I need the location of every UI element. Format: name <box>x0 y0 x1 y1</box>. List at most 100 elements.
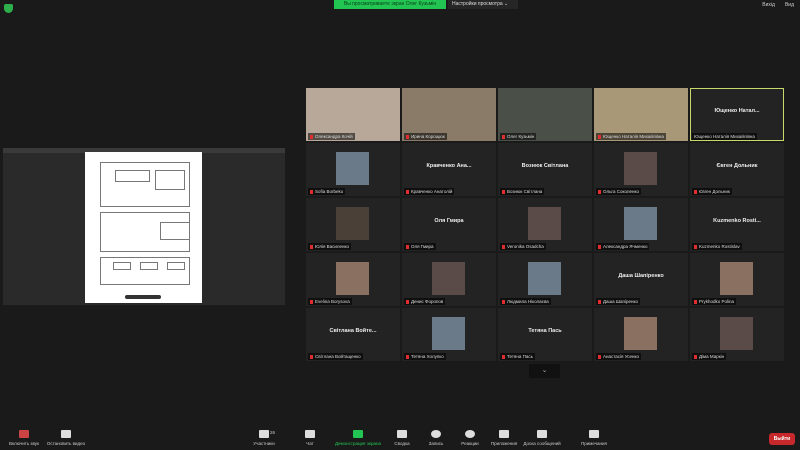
participant-tile[interactable]: Тетяна Холупко <box>402 308 496 361</box>
participant-tile[interactable]: Оля Гмира Оля Гмира <box>402 198 496 251</box>
participant-name: Даша Шапіренко <box>603 299 638 304</box>
participant-tile[interactable]: Денис Форопов <box>402 253 496 306</box>
participant-tile[interactable]: Veronika Osadcha <box>498 198 592 251</box>
participant-tile[interactable]: Ирина Корощюк <box>402 88 496 141</box>
participant-name: Тетяна Пась <box>507 354 533 359</box>
participant-name-label: Оля Гмира <box>404 243 436 250</box>
leave-button[interactable]: Выйти <box>769 433 795 445</box>
video-camera-icon <box>61 430 71 438</box>
participant-tile[interactable]: Александра Ячменко <box>594 198 688 251</box>
participant-name: Sofia Borbeko <box>315 189 344 194</box>
participant-name: Євген Дольник <box>699 189 730 194</box>
muted-mic-icon <box>310 354 313 359</box>
participants-button[interactable]: Участники <box>240 430 288 446</box>
participant-name-label: Ирина Корощюк <box>404 133 447 140</box>
participant-name-label: Ющенко Наталія Михайлівна <box>596 133 666 140</box>
participant-name: Денис Форопов <box>411 299 444 304</box>
whiteboard-button[interactable]: Доска сообщений <box>518 430 566 446</box>
participant-tile[interactable]: Анастасія Усенко <box>594 308 688 361</box>
unmute-button[interactable]: Включить звук <box>0 430 48 446</box>
whiteboard-icon <box>537 430 547 438</box>
participant-name: Ющенко Наталія Михайлівна <box>694 134 755 139</box>
muted-mic-icon <box>310 299 313 304</box>
participant-name-label: Євген Дольник <box>692 188 732 195</box>
security-shield-icon[interactable] <box>4 4 13 13</box>
participant-name: Тетяна Холупко <box>411 354 444 359</box>
muted-mic-icon <box>694 354 697 359</box>
participant-name-label: Діма Маркін <box>692 353 727 360</box>
participant-name-label: Світлана Войтащенко <box>308 353 363 360</box>
muted-mic-icon <box>502 354 505 359</box>
participant-tile[interactable]: Даша Шапіренко Даша Шапіренко <box>594 253 688 306</box>
participant-display-name: Даша Шапіренко <box>618 273 664 279</box>
exit-fullscreen-button[interactable]: Вихід <box>762 2 775 8</box>
participant-name: Оля Гмира <box>411 244 434 249</box>
participant-name-label: Тетяна Пась <box>500 353 535 360</box>
shared-document-diagram <box>85 152 202 303</box>
participant-name: Evelina Borysova <box>315 299 350 304</box>
view-button[interactable]: Вид <box>785 2 794 8</box>
participant-name-label: Prykhodko Polina <box>692 298 737 305</box>
stop-video-button[interactable]: Остановить видео <box>42 430 90 446</box>
muted-mic-icon <box>502 244 505 249</box>
participant-name: Александра Ячменко <box>603 244 648 249</box>
muted-mic-icon <box>310 134 313 139</box>
participant-tile[interactable]: Юлія Василенко <box>306 198 400 251</box>
muted-mic-icon <box>502 189 505 194</box>
participant-display-name: Ющенко Натал... <box>714 108 760 114</box>
share-screen-button[interactable]: Демонстрация экрана <box>334 430 382 446</box>
participant-tile[interactable]: Evelina Borysova <box>306 253 400 306</box>
participant-name-label: Ольга Соколенко <box>596 188 642 195</box>
participant-display-name: Kuzmenko Rosti... <box>713 218 761 224</box>
participant-tile[interactable]: Sofia Borbeko <box>306 143 400 196</box>
participant-avatar <box>720 262 753 295</box>
participant-name-label: Kuzmenko Rostislav <box>692 243 742 250</box>
participant-name: Veronika Osadcha <box>507 244 544 249</box>
participant-tile[interactable]: Ющенко Натал... Ющенко Наталія Михайлівна <box>690 88 784 141</box>
participant-name-label: Ющенко Наталія Михайлівна <box>692 133 757 140</box>
participant-name: Діма Маркін <box>699 354 725 359</box>
muted-mic-icon <box>406 244 409 249</box>
participant-tile[interactable]: Вознюк Світлана Вознюк Світлана <box>498 143 592 196</box>
participant-tile[interactable]: Олег Кузьмін <box>498 88 592 141</box>
notes-button[interactable]: Примечания <box>570 430 618 446</box>
participant-avatar <box>432 262 465 295</box>
participant-tile[interactable]: Prykhodko Polina <box>690 253 784 306</box>
participant-name: Людмила Ніколаєва <box>507 299 549 304</box>
participant-avatar <box>624 152 657 185</box>
muted-mic-icon <box>694 244 697 249</box>
participant-name-label: Юлія Василенко <box>308 243 352 250</box>
pdf-zoom-controls[interactable] <box>125 295 161 299</box>
muted-mic-icon <box>598 299 601 304</box>
participant-avatar <box>336 152 369 185</box>
participant-name: Kuzmenko Rostislav <box>699 244 740 249</box>
participant-tile[interactable]: Олександра Кочій <box>306 88 400 141</box>
participant-display-name: Вознюк Світлана <box>521 163 569 169</box>
participant-tile[interactable]: Кравченко Ана... Кравченко Анатолій <box>402 143 496 196</box>
participant-tile[interactable]: Євген Дольник Євген Дольник <box>690 143 784 196</box>
participant-name-label: Sofia Borbeko <box>308 188 346 195</box>
chat-icon <box>305 430 315 438</box>
muted-mic-icon <box>406 354 409 359</box>
muted-mic-icon <box>598 134 601 139</box>
muted-mic-icon <box>598 244 601 249</box>
chat-button[interactable]: Чат <box>286 430 334 446</box>
record-icon <box>431 430 441 438</box>
participant-tile[interactable]: Kuzmenko Rosti... Kuzmenko Rostislav <box>690 198 784 251</box>
participant-name: Кравченко Анатолій <box>411 189 453 194</box>
participant-tile[interactable]: Діма Маркін <box>690 308 784 361</box>
participant-tile[interactable]: Людмила Ніколаєва <box>498 253 592 306</box>
next-page-button[interactable]: ⌄ <box>529 364 560 378</box>
reactions-icon <box>465 430 475 438</box>
participant-tile[interactable]: Ющенко Наталія Михайлівна <box>594 88 688 141</box>
participant-tile[interactable]: Ольга Соколенко <box>594 143 688 196</box>
muted-mic-icon <box>502 299 505 304</box>
notes-icon <box>589 430 599 438</box>
gallery-grid: Олександра Кочій Ирина Корощюк Олег Кузьмі… <box>306 88 784 361</box>
view-options-dropdown[interactable]: Настройки просмотра ⌄ <box>448 0 518 9</box>
muted-mic-icon <box>406 299 409 304</box>
participant-tile[interactable]: Світлана Войте... Світлана Войтащенко <box>306 308 400 361</box>
participant-tile[interactable]: Тетяна Пась Тетяна Пась <box>498 308 592 361</box>
participant-name-label: Денис Форопов <box>404 298 446 305</box>
participant-name-label: Вознюк Світлана <box>500 188 545 195</box>
